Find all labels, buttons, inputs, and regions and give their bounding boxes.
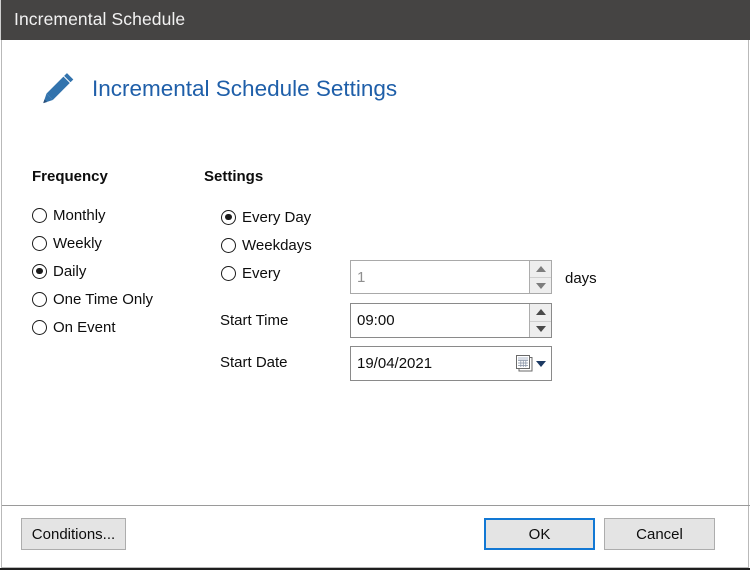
radio-frequency-on-event[interactable]: On Event xyxy=(32,316,116,338)
every-interval-stepper[interactable]: 1 xyxy=(350,260,552,294)
radio-frequency-one-time-only[interactable]: One Time Only xyxy=(32,288,153,310)
radio-settings-every[interactable]: Every xyxy=(221,262,280,284)
pencil-icon xyxy=(31,64,81,114)
radio-mark xyxy=(221,265,236,281)
dialog-body: Incremental Schedule Settings Frequency … xyxy=(1,40,749,527)
triangle-up-icon xyxy=(535,309,546,316)
radio-settings-weekdays[interactable]: Weekdays xyxy=(221,234,312,256)
radio-mark xyxy=(221,237,236,253)
radio-mark xyxy=(32,235,47,251)
settings-heading: Settings xyxy=(204,168,264,185)
spinner-up-button[interactable] xyxy=(530,304,551,321)
radio-label: Daily xyxy=(53,262,87,280)
triangle-up-icon xyxy=(535,266,546,272)
radio-label: On Event xyxy=(53,318,116,336)
radio-mark-selected xyxy=(32,263,47,279)
dialog-header-title: Incremental Schedule Settings xyxy=(92,76,398,101)
incremental-schedule-dialog: Incremental Schedule Incremental Schedul… xyxy=(0,0,750,570)
every-interval-spinner[interactable] xyxy=(529,261,551,293)
chevron-down-icon xyxy=(536,360,546,367)
radio-frequency-daily[interactable]: Daily xyxy=(32,260,86,282)
frequency-heading: Frequency xyxy=(32,168,108,185)
start-date-field[interactable]: 19/04/2021 xyxy=(350,346,552,381)
radio-mark xyxy=(32,319,47,335)
spinner-down-button[interactable] xyxy=(530,320,551,337)
radio-mark xyxy=(32,291,47,307)
radio-frequency-weekly[interactable]: Weekly xyxy=(32,232,102,254)
triangle-down-icon xyxy=(535,282,546,289)
start-date-value[interactable]: 19/04/2021 xyxy=(351,347,511,380)
triangle-down-icon xyxy=(535,326,546,333)
calendar-icon xyxy=(516,355,533,372)
footer-divider xyxy=(2,505,750,506)
start-time-value[interactable]: 09:00 xyxy=(351,304,529,337)
radio-label: Every Day xyxy=(242,208,312,226)
radio-label: Weekly xyxy=(53,234,102,252)
start-time-field[interactable]: 09:00 xyxy=(350,303,552,338)
radio-label: Weekdays xyxy=(242,236,312,254)
radio-frequency-monthly[interactable]: Monthly xyxy=(32,204,106,226)
conditions-button[interactable]: Conditions... xyxy=(21,518,126,550)
start-date-picker-button[interactable] xyxy=(511,347,551,380)
spinner-up-button[interactable] xyxy=(530,261,551,277)
radio-label: One Time Only xyxy=(53,290,154,308)
every-interval-unit-label: days xyxy=(565,270,597,287)
start-time-spinner[interactable] xyxy=(529,304,551,337)
dialog-header: Incremental Schedule Settings xyxy=(31,64,397,114)
window-title: Incremental Schedule xyxy=(14,9,186,29)
dialog-footer: Conditions... OK Cancel xyxy=(1,505,750,568)
spinner-down-button[interactable] xyxy=(530,277,551,293)
start-time-label: Start Time xyxy=(220,312,289,329)
radio-mark xyxy=(32,207,47,223)
window-titlebar[interactable]: Incremental Schedule xyxy=(0,0,750,40)
cancel-button[interactable]: Cancel xyxy=(604,518,715,550)
ok-button[interactable]: OK xyxy=(484,518,595,550)
radio-label: Monthly xyxy=(53,206,106,224)
radio-mark-selected xyxy=(221,209,236,225)
radio-label: Every xyxy=(242,264,281,282)
radio-settings-every-day[interactable]: Every Day xyxy=(221,206,311,228)
every-interval-value[interactable]: 1 xyxy=(351,261,529,293)
start-date-label: Start Date xyxy=(220,354,288,371)
